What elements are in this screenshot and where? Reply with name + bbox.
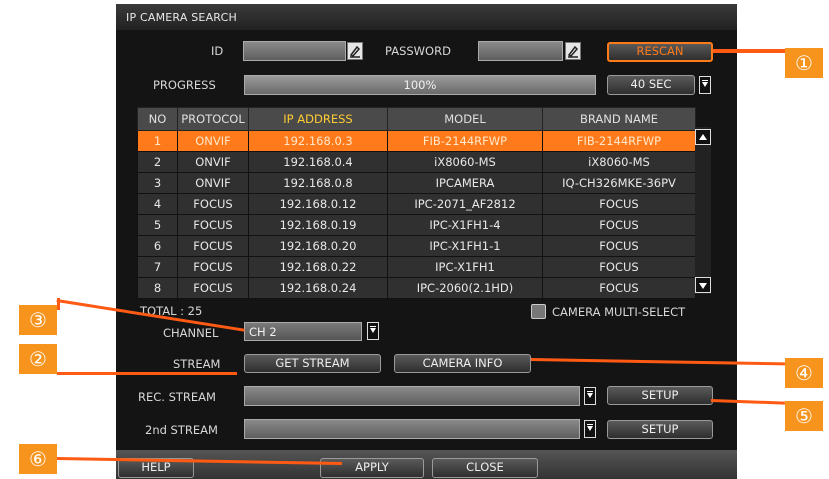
timeout-select[interactable]: 40 SEC <box>607 75 695 95</box>
table-cell: 192.168.0.3 <box>248 130 388 152</box>
table-cell: 192.168.0.19 <box>248 214 388 236</box>
table-header: NO PROTOCOL IP ADDRESS MODEL BRAND NAME <box>137 107 696 131</box>
table-cell: iX8060-MS <box>387 151 543 173</box>
progress-bar: 100% <box>244 75 596 95</box>
table-cell: iX8060-MS <box>542 151 696 173</box>
password-keyboard-icon[interactable] <box>565 42 581 60</box>
table-cell: 2 <box>137 151 178 173</box>
rec-stream-label: REC. STREAM <box>138 390 216 404</box>
table-cell: ONVIF <box>177 172 249 194</box>
table-cell: 1 <box>137 130 178 152</box>
table-row[interactable]: 5 FOCUS 192.168.0.19 IPC-X1FH1-4 FOCUS <box>137 214 696 236</box>
channel-label: CHANNEL <box>163 326 219 340</box>
table-cell: FOCUS <box>542 193 696 215</box>
table-cell: FOCUS <box>542 277 696 299</box>
table-cell: IPC-2071_AF2812 <box>387 193 543 215</box>
callout-line-2 <box>57 372 237 375</box>
table-cell: IPC-X1FH1-1 <box>387 235 543 257</box>
table-cell: FOCUS <box>542 235 696 257</box>
bottom-bar <box>116 450 737 479</box>
channel-select[interactable]: CH 2 <box>244 322 362 341</box>
table-row[interactable]: 8 FOCUS 192.168.0.24 IPC-2060(2.1HD) FOC… <box>137 277 696 299</box>
id-label: ID <box>211 44 224 58</box>
title-bar: IP CAMERA SEARCH <box>116 4 737 30</box>
table-cell: 192.168.0.4 <box>248 151 388 173</box>
table-cell: FOCUS <box>177 193 249 215</box>
table-cell: FOCUS <box>177 277 249 299</box>
table-cell: ONVIF <box>177 151 249 173</box>
table-cell: IPCAMERA <box>387 172 543 194</box>
rec-stream-setup-button[interactable]: SETUP <box>607 386 713 405</box>
progress-label: PROGRESS <box>153 78 216 92</box>
table-row[interactable]: 2 ONVIF 192.168.0.4 iX8060-MS iX8060-MS <box>137 151 696 173</box>
table-cell: FOCUS <box>177 235 249 257</box>
close-button[interactable]: CLOSE <box>432 458 538 478</box>
column-header-brand-name[interactable]: BRAND NAME <box>542 107 696 131</box>
table-row[interactable]: 4 FOCUS 192.168.0.12 IPC-2071_AF2812 FOC… <box>137 193 696 215</box>
camera-multi-select-checkbox[interactable] <box>531 304 546 319</box>
table-cell: 5 <box>137 214 178 236</box>
table-row[interactable]: 1 ONVIF 192.168.0.3 FIB-2144RFWP FIB-214… <box>137 130 696 152</box>
table-row[interactable]: 7 FOCUS 192.168.0.22 IPC-X1FH1 FOCUS <box>137 256 696 278</box>
channel-dropdown-icon[interactable] <box>367 322 379 340</box>
table-row[interactable]: 6 FOCUS 192.168.0.20 IPC-X1FH1-1 FOCUS <box>137 235 696 257</box>
progress-percent: 100% <box>403 78 437 92</box>
second-stream-label: 2nd STREAM <box>145 423 218 437</box>
table-cell: 192.168.0.12 <box>248 193 388 215</box>
id-field[interactable] <box>243 41 346 61</box>
table-cell: 192.168.0.8 <box>248 172 388 194</box>
table-cell: ONVIF <box>177 130 249 152</box>
channel-value: CH 2 <box>249 325 277 339</box>
table-cell: FOCUS <box>542 214 696 236</box>
column-header-protocol[interactable]: PROTOCOL <box>177 107 249 131</box>
column-header-ip-address[interactable]: IP ADDRESS <box>248 107 388 131</box>
table-cell: IPC-X1FH1 <box>387 256 543 278</box>
table-cell: FOCUS <box>542 256 696 278</box>
table-cell: 8 <box>137 277 178 299</box>
table-cell: FIB-2144RFWP <box>542 130 696 152</box>
table-row[interactable]: 3 ONVIF 192.168.0.8 IPCAMERA IQ-CH326MKE… <box>137 172 696 194</box>
table-cell: 7 <box>137 256 178 278</box>
timeout-dropdown-icon[interactable] <box>699 76 711 94</box>
table-cell: FOCUS <box>177 256 249 278</box>
camera-multi-select-label: CAMERA MULTI-SELECT <box>552 305 686 319</box>
camera-table: NO PROTOCOL IP ADDRESS MODEL BRAND NAME … <box>137 107 696 299</box>
table-cell: IQ-CH326MKE-36PV <box>542 172 696 194</box>
callout-marker-1: ① <box>785 48 823 78</box>
rec-stream-dropdown-icon[interactable] <box>584 387 596 405</box>
table-cell: 192.168.0.22 <box>248 256 388 278</box>
callout-marker-4: ④ <box>785 358 823 388</box>
second-stream-dropdown-icon[interactable] <box>584 420 596 438</box>
table-cell: IPC-2060(2.1HD) <box>387 277 543 299</box>
password-label: PASSWORD <box>385 44 451 58</box>
second-stream-setup-button[interactable]: SETUP <box>607 420 713 439</box>
get-stream-button[interactable]: GET STREAM <box>244 354 381 373</box>
second-stream-field[interactable] <box>244 419 580 439</box>
column-header-no[interactable]: NO <box>137 107 178 131</box>
stream-label: STREAM <box>173 357 221 371</box>
callout-marker-3: ③ <box>19 305 57 335</box>
rec-stream-field[interactable] <box>244 386 580 406</box>
password-field[interactable] <box>478 41 563 61</box>
table-cell: FIB-2144RFWP <box>387 130 543 152</box>
table-cell: 192.168.0.20 <box>248 235 388 257</box>
id-keyboard-icon[interactable] <box>347 42 363 60</box>
table-scrollbar[interactable] <box>695 127 711 294</box>
callout-line-1 <box>713 49 785 53</box>
table-cell: IPC-X1FH1-4 <box>387 214 543 236</box>
table-cell: 192.168.0.24 <box>248 277 388 299</box>
column-header-model[interactable]: MODEL <box>387 107 543 131</box>
callout-marker-5: ⑤ <box>785 401 823 431</box>
camera-info-button[interactable]: CAMERA INFO <box>394 354 531 373</box>
callout-marker-2: ② <box>19 344 57 374</box>
table-cell: FOCUS <box>177 214 249 236</box>
table-cell: 3 <box>137 172 178 194</box>
table-cell: 4 <box>137 193 178 215</box>
scroll-down-icon[interactable] <box>695 277 711 293</box>
table-cell: 6 <box>137 235 178 257</box>
callout-marker-6: ⑥ <box>19 444 57 474</box>
rescan-button[interactable]: RESCAN <box>607 42 713 62</box>
scroll-up-icon[interactable] <box>695 129 711 145</box>
dialog-title: IP CAMERA SEARCH <box>126 11 237 24</box>
